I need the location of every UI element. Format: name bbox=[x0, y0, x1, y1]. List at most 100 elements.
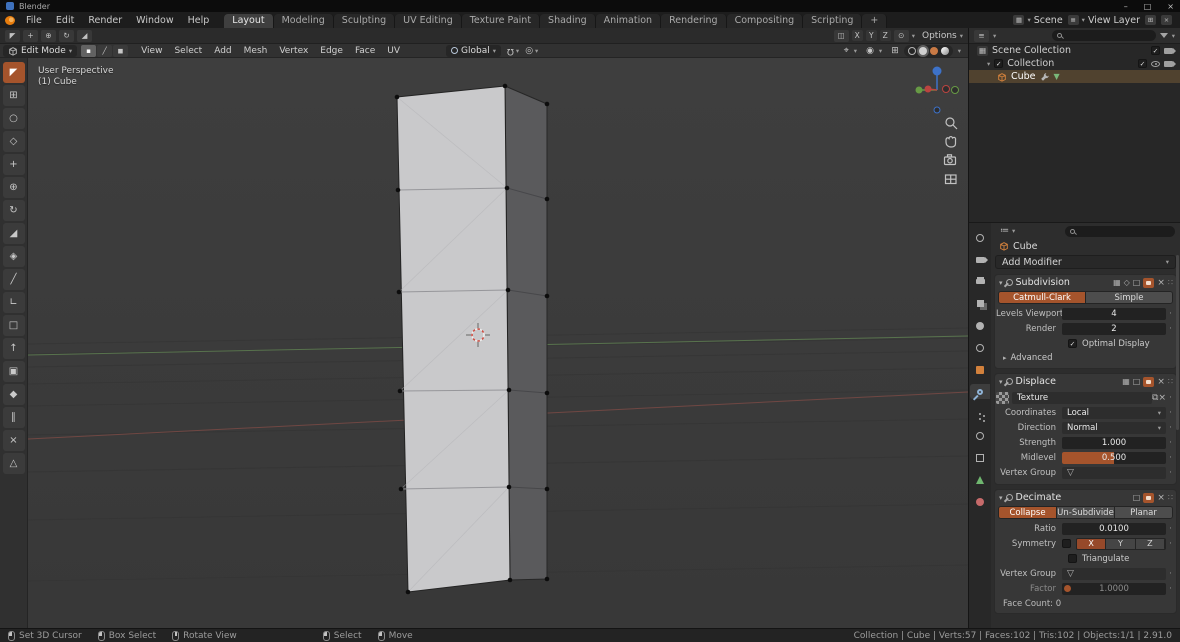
animate-dot-icon[interactable]: · bbox=[1166, 524, 1175, 534]
mesh-tower[interactable] bbox=[394, 83, 550, 595]
symmetry-z-button[interactable]: Z bbox=[1135, 538, 1165, 549]
animate-dot-icon[interactable]: · bbox=[1166, 324, 1175, 334]
render-toggle[interactable] bbox=[1143, 277, 1155, 288]
coordinates-dropdown[interactable]: Local ▾ bbox=[1062, 406, 1166, 419]
tool-transform[interactable]: ◈ bbox=[2, 246, 25, 267]
modifier-header[interactable]: ▾ Decimate □ × ∷ bbox=[995, 490, 1176, 505]
render-toggle[interactable] bbox=[1143, 376, 1155, 387]
properties-tab-material[interactable] bbox=[970, 494, 990, 509]
exclude-checkbox[interactable]: ✓ bbox=[1138, 59, 1147, 68]
drag-handle-icon[interactable]: ∷ bbox=[1168, 377, 1173, 386]
properties-search-input[interactable] bbox=[1065, 225, 1175, 237]
animate-dot-icon[interactable]: · bbox=[1166, 408, 1175, 418]
viewport-menu-item[interactable]: Add bbox=[208, 46, 237, 56]
workspace-tab[interactable]: Shading bbox=[540, 14, 596, 28]
tool-measure[interactable]: ∟ bbox=[2, 292, 25, 313]
active-tool-icon[interactable]: ◤ bbox=[5, 29, 20, 42]
animate-dot-icon[interactable]: · bbox=[1166, 393, 1175, 403]
animate-dot-icon[interactable]: · bbox=[1166, 539, 1175, 549]
render-toggle[interactable] bbox=[1143, 492, 1155, 503]
show-in-editmode-toggle[interactable]: ▦ bbox=[1122, 377, 1130, 386]
properties-tab-constraints[interactable] bbox=[970, 450, 990, 465]
workspace-tab[interactable]: Rendering bbox=[661, 14, 727, 28]
properties-tab-physics[interactable] bbox=[970, 428, 990, 443]
outliner-row-scene-collection[interactable]: ▦ Scene Collection ✓ bbox=[969, 44, 1180, 57]
modifier-header[interactable]: ▾ Displace ▦ □ × ∷ bbox=[995, 374, 1176, 389]
show-gizmo-icon[interactable]: ⌖ bbox=[844, 46, 849, 56]
realtime-toggle[interactable]: □ bbox=[1133, 377, 1141, 386]
tool-annotate[interactable]: ╱ bbox=[2, 269, 25, 290]
editor-type-icon[interactable]: ≔ bbox=[1000, 226, 1009, 236]
strength-field[interactable]: 1.000 bbox=[1062, 436, 1166, 449]
unlink-texture-icon[interactable]: × bbox=[1158, 393, 1166, 403]
viewport-menu-item[interactable]: Vertex bbox=[273, 46, 314, 56]
unsubdivide-button[interactable]: Un-Subdivide bbox=[1057, 507, 1115, 518]
animate-dot-icon[interactable]: · bbox=[1166, 468, 1175, 478]
triangulate-checkbox[interactable]: ✓ bbox=[1068, 554, 1077, 563]
workspace-tab[interactable]: Texture Paint bbox=[461, 14, 541, 28]
symmetry-checkbox[interactable]: ✓ bbox=[1062, 539, 1071, 548]
delete-modifier-icon[interactable]: × bbox=[1157, 278, 1165, 288]
workspace-tab[interactable]: Compositing bbox=[726, 14, 804, 28]
face-select-button[interactable]: ◼ bbox=[113, 44, 129, 57]
animate-dot-icon[interactable]: · bbox=[1166, 438, 1175, 448]
optimal-display-checkbox[interactable]: ✓ bbox=[1068, 339, 1077, 348]
properties-tab-output[interactable] bbox=[970, 274, 990, 289]
close-button[interactable]: × bbox=[1167, 2, 1174, 11]
material-preview-icon[interactable] bbox=[929, 46, 938, 55]
viewport-menu-item[interactable]: Edge bbox=[314, 46, 349, 56]
vertex-group-field[interactable]: ▽ bbox=[1062, 567, 1166, 580]
workspace-tab[interactable]: Layout bbox=[224, 14, 274, 28]
viewport-menu-item[interactable]: Mesh bbox=[238, 46, 274, 56]
tool-option-icon[interactable]: ↻ bbox=[59, 29, 74, 42]
workspace-tab[interactable]: Sculpting bbox=[333, 14, 396, 28]
properties-tab-object[interactable] bbox=[970, 362, 990, 377]
show-overlays-icon[interactable]: ◉ bbox=[866, 46, 874, 56]
factor-slider[interactable]: 1.0000 bbox=[1062, 582, 1166, 595]
show-in-editmode-toggle[interactable]: ▦ bbox=[1113, 278, 1121, 287]
rendered-shading-icon[interactable] bbox=[940, 46, 949, 55]
maximize-button[interactable]: □ bbox=[1144, 2, 1152, 11]
tool-select-circle[interactable]: ○ bbox=[2, 108, 25, 129]
midlevel-slider[interactable]: 0.500 bbox=[1062, 451, 1166, 464]
workspace-tab[interactable]: + bbox=[862, 14, 888, 28]
transform-orientation[interactable]: Global ▾ bbox=[446, 44, 502, 57]
tool-add-cube[interactable]: □ bbox=[2, 315, 25, 336]
outliner-row-collection[interactable]: ▾ ✓ Collection ✓ bbox=[969, 57, 1180, 70]
realtime-toggle[interactable]: □ bbox=[1133, 278, 1141, 287]
delete-modifier-icon[interactable]: × bbox=[1157, 377, 1165, 387]
tool-option-icon[interactable]: + bbox=[23, 29, 38, 42]
symmetry-y-button[interactable]: Y bbox=[1106, 538, 1136, 549]
viewport-menu-item[interactable]: UV bbox=[381, 46, 406, 56]
tool-select-lasso[interactable]: ◇ bbox=[2, 131, 25, 152]
levels-viewport-field[interactable]: 4 bbox=[1062, 307, 1166, 320]
tool-poly-build[interactable]: △ bbox=[2, 453, 25, 474]
show-on-cage-toggle[interactable]: ◇ bbox=[1124, 278, 1130, 287]
vertex-group-field[interactable]: ▽ bbox=[1062, 466, 1166, 479]
modifier-wrench-icon[interactable] bbox=[1040, 72, 1050, 82]
collapse-button[interactable]: Collapse bbox=[999, 507, 1057, 518]
advanced-section[interactable]: ▸ Advanced bbox=[996, 352, 1175, 364]
direction-dropdown[interactable]: Normal ▾ bbox=[1062, 421, 1166, 434]
expand-arrow-icon[interactable]: ▾ bbox=[987, 60, 990, 68]
exclude-checkbox[interactable]: ✓ bbox=[1151, 46, 1160, 55]
collapse-arrow-icon[interactable]: ▾ bbox=[999, 378, 1003, 386]
tool-cursor-3d[interactable]: + bbox=[2, 154, 25, 175]
options-dropdown[interactable]: Options bbox=[922, 31, 957, 41]
blender-menu-icon[interactable] bbox=[5, 15, 15, 25]
drag-handle-icon[interactable]: ∷ bbox=[1168, 493, 1173, 502]
drag-handle-icon[interactable]: ∷ bbox=[1168, 278, 1173, 287]
filter-icon[interactable] bbox=[1159, 33, 1168, 38]
collapse-arrow-icon[interactable]: ▾ bbox=[999, 279, 1003, 287]
tool-extrude-region[interactable]: ↑ bbox=[2, 338, 25, 359]
animate-dot-icon[interactable]: · bbox=[1166, 453, 1175, 463]
properties-tab-scene[interactable] bbox=[970, 318, 990, 333]
properties-tab-object-data[interactable] bbox=[970, 472, 990, 487]
outliner-search-input[interactable] bbox=[1051, 30, 1156, 41]
outliner-display-mode-icon[interactable]: ≡ bbox=[974, 29, 989, 42]
animate-dot-icon[interactable]: · bbox=[1166, 569, 1175, 579]
properties-tab-tool[interactable] bbox=[970, 230, 990, 245]
add-modifier-button[interactable]: Add Modifier ▾ bbox=[995, 255, 1176, 269]
remove-view-layer-icon[interactable]: × bbox=[1161, 15, 1172, 25]
render-visibility-icon[interactable] bbox=[1164, 60, 1176, 67]
